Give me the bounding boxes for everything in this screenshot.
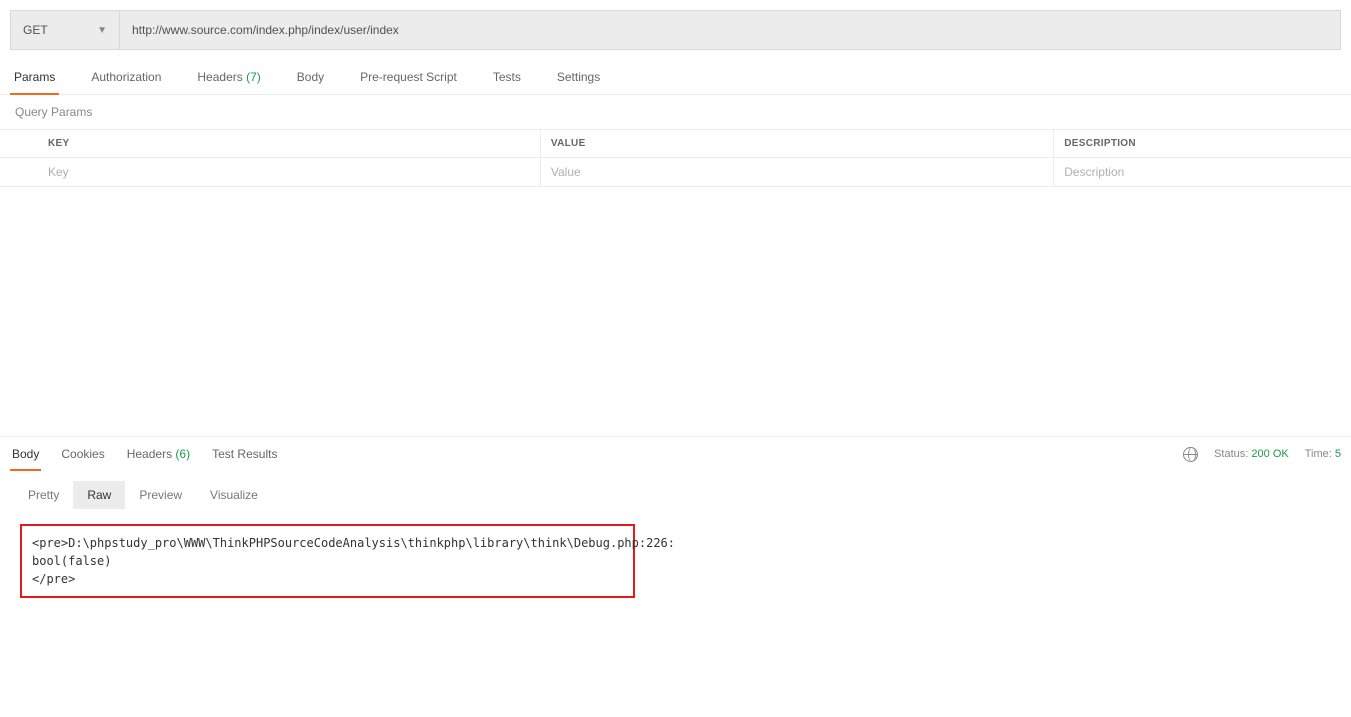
vm-preview[interactable]: Preview [125, 481, 196, 509]
rtab-test-results[interactable]: Test Results [210, 437, 279, 471]
vm-visualize[interactable]: Visualize [196, 481, 272, 509]
rtab-headers-count: (6) [175, 447, 190, 461]
tab-settings[interactable]: Settings [553, 60, 604, 94]
table-header-row: KEY VALUE DESCRIPTION [0, 130, 1351, 158]
request-tabs: Params Authorization Headers (7) Body Pr… [0, 60, 1351, 95]
status-block: Status: 200 OK [1214, 448, 1289, 460]
tab-headers-count: (7) [246, 70, 261, 84]
view-mode-tabs: Pretty Raw Preview Visualize [0, 471, 1351, 519]
http-method-value: GET [23, 23, 48, 37]
tab-params[interactable]: Params [10, 60, 59, 94]
rtab-headers-label: Headers [127, 447, 172, 461]
status-area: Status: 200 OK Time: 5 [1183, 447, 1341, 462]
vm-pretty[interactable]: Pretty [14, 481, 73, 509]
time-value: 5 [1335, 448, 1341, 460]
tab-headers-label: Headers [197, 70, 242, 84]
response-tabs: Body Cookies Headers (6) Test Results [10, 437, 279, 471]
http-method-select[interactable]: GET ▼ [10, 10, 120, 50]
table-row [0, 158, 1351, 187]
status-value: 200 OK [1251, 448, 1288, 460]
request-bar: GET ▼ [0, 0, 1351, 60]
rtab-body[interactable]: Body [10, 437, 41, 471]
rtab-cookies[interactable]: Cookies [59, 437, 106, 471]
status-label: Status: [1214, 448, 1248, 460]
tab-headers[interactable]: Headers (7) [193, 60, 264, 94]
description-input[interactable] [1064, 165, 1341, 179]
value-input[interactable] [551, 165, 1043, 179]
response-bar: Body Cookies Headers (6) Test Results St… [0, 437, 1351, 471]
column-value: VALUE [540, 130, 1053, 158]
tab-body[interactable]: Body [293, 60, 328, 94]
params-empty-area [0, 187, 1351, 437]
key-input[interactable] [48, 165, 530, 179]
time-label: Time: [1305, 448, 1332, 460]
tab-tests[interactable]: Tests [489, 60, 525, 94]
url-input[interactable] [120, 10, 1341, 50]
globe-icon[interactable] [1183, 447, 1198, 462]
tab-prerequest[interactable]: Pre-request Script [356, 60, 461, 94]
column-description: DESCRIPTION [1054, 130, 1351, 158]
tab-authorization[interactable]: Authorization [87, 60, 165, 94]
rtab-headers[interactable]: Headers (6) [125, 437, 192, 471]
query-params-label: Query Params [0, 95, 1351, 129]
response-body[interactable]: <pre>D:\phpstudy_pro\WWW\ThinkPHPSourceC… [20, 524, 635, 598]
column-key: KEY [0, 130, 540, 158]
chevron-down-icon: ▼ [97, 25, 107, 36]
vm-raw[interactable]: Raw [73, 481, 125, 509]
query-params-table: KEY VALUE DESCRIPTION [0, 129, 1351, 187]
time-block: Time: 5 [1305, 448, 1341, 460]
